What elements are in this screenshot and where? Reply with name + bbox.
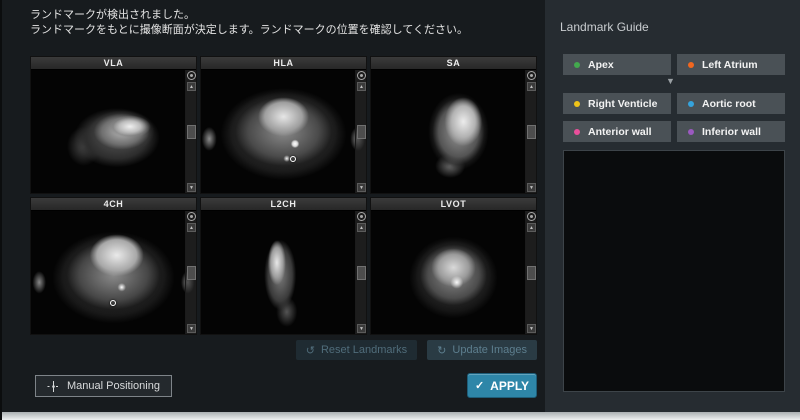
chevron-down-icon: ▼ — [666, 76, 675, 86]
refresh-icon: ↻ — [437, 344, 446, 357]
viewport-actions: ↺ Reset Landmarks ↻ Update Images — [30, 340, 537, 360]
scrollbar-thumb[interactable] — [187, 125, 196, 139]
landmark-marker[interactable] — [110, 300, 116, 306]
legend-label-right-venticle: Right Venticle — [588, 98, 657, 110]
viewport-panel-vla: VLA ▲ ▼ — [30, 56, 197, 194]
viewport-panel-lvot: LVOT ▲ ▼ — [370, 197, 537, 335]
landmark-guide-panel: Landmark Guide Apex Left Atrium ▼ Right … — [545, 0, 800, 412]
guide-preview-area — [563, 150, 785, 392]
reset-landmarks-label: Reset Landmarks — [321, 344, 407, 356]
magnifier-icon[interactable] — [187, 212, 196, 221]
mri-image-hla — [201, 70, 366, 193]
legend-dot-apex — [574, 62, 580, 68]
magnifier-icon[interactable] — [357, 71, 366, 80]
legend-dot-inferior-wall — [688, 129, 694, 135]
landmark-detection-screen: ランドマークが検出されました。 ランドマークをもとに撮像断面が決定します。ランド… — [0, 0, 800, 420]
scroll-down-icon[interactable]: ▼ — [527, 183, 536, 192]
crosshair-icon — [47, 380, 60, 393]
mri-image-sa — [371, 70, 536, 193]
mri-image-l2ch — [201, 211, 366, 334]
legend-item-inferior-wall[interactable]: Inferior wall — [677, 121, 785, 142]
window-left-edge — [0, 0, 2, 420]
viewport-title-l2ch: L2CH — [201, 198, 366, 211]
legend-item-aortic-root[interactable]: Aortic root — [677, 93, 785, 114]
manual-positioning-button[interactable]: Manual Positioning — [35, 375, 172, 397]
mri-image-4ch — [31, 211, 196, 334]
slice-scrollbar-4ch[interactable]: ▲ ▼ — [185, 211, 196, 334]
legend-item-anterior-wall[interactable]: Anterior wall — [563, 121, 671, 142]
notification-line-1: ランドマークが検出されました。 — [30, 8, 468, 23]
viewport-title-hla: HLA — [201, 57, 366, 70]
slice-scrollbar-hla[interactable]: ▲ ▼ — [355, 70, 366, 193]
scroll-up-icon[interactable]: ▲ — [187, 82, 196, 91]
viewport-title-4ch: 4CH — [31, 198, 196, 211]
viewport-image-sa[interactable]: ▲ ▼ — [371, 70, 536, 193]
viewport-panel-l2ch: L2CH ▲ ▼ — [200, 197, 367, 335]
legend-dot-right-venticle — [574, 101, 580, 107]
window-bottom-edge — [0, 412, 800, 420]
reset-landmarks-button[interactable]: ↺ Reset Landmarks — [296, 340, 417, 360]
update-images-label: Update Images — [452, 344, 527, 356]
apply-label: APPLY — [490, 379, 529, 393]
scrollbar-thumb[interactable] — [357, 266, 366, 280]
scroll-up-icon[interactable]: ▲ — [527, 223, 536, 232]
viewport-image-l2ch[interactable]: ▲ ▼ — [201, 211, 366, 334]
magnifier-icon[interactable] — [527, 212, 536, 221]
legend-item-left-atrium[interactable]: Left Atrium — [677, 54, 785, 75]
viewport-image-lvot[interactable]: ▲ ▼ — [371, 211, 536, 334]
legend-item-apex[interactable]: Apex — [563, 54, 671, 75]
scroll-down-icon[interactable]: ▼ — [357, 183, 366, 192]
viewport-image-vla[interactable]: ▲ ▼ — [31, 70, 196, 193]
mri-image-vla — [31, 70, 196, 193]
scrollbar-thumb[interactable] — [187, 266, 196, 280]
scrollbar-thumb[interactable] — [527, 125, 536, 139]
legend-dot-left-atrium — [688, 62, 694, 68]
scroll-up-icon[interactable]: ▲ — [357, 82, 366, 91]
magnifier-icon[interactable] — [187, 71, 196, 80]
slice-scrollbar-lvot[interactable]: ▲ ▼ — [525, 211, 536, 334]
viewport-panel-hla: HLA ▲ ▼ — [200, 56, 367, 194]
slice-scrollbar-vla[interactable]: ▲ ▼ — [185, 70, 196, 193]
viewport-title-lvot: LVOT — [371, 198, 536, 211]
scroll-down-icon[interactable]: ▼ — [187, 183, 196, 192]
landmark-guide-title: Landmark Guide — [560, 20, 649, 34]
update-images-button[interactable]: ↻ Update Images — [427, 340, 537, 360]
viewport-title-sa: SA — [371, 57, 536, 70]
legend-dot-aortic-root — [688, 101, 694, 107]
viewport-image-4ch[interactable]: ▲ ▼ — [31, 211, 196, 334]
undo-icon: ↺ — [306, 344, 315, 357]
scrollbar-thumb[interactable] — [527, 266, 536, 280]
legend-label-inferior-wall: Inferior wall — [702, 126, 761, 138]
notification-line-2: ランドマークをもとに撮像断面が決定します。ランドマークの位置を確認してください。 — [30, 23, 468, 38]
legend-dot-anterior-wall — [574, 129, 580, 135]
apply-button[interactable]: ✓ APPLY — [467, 373, 537, 398]
scroll-up-icon[interactable]: ▲ — [357, 223, 366, 232]
scroll-down-icon[interactable]: ▼ — [527, 324, 536, 333]
legend-label-left-atrium: Left Atrium — [702, 59, 758, 71]
slice-scrollbar-l2ch[interactable]: ▲ ▼ — [355, 211, 366, 334]
mri-image-lvot — [371, 211, 536, 334]
notification-message: ランドマークが検出されました。 ランドマークをもとに撮像断面が決定します。ランド… — [30, 8, 468, 38]
viewport-panel-sa: SA ▲ ▼ — [370, 56, 537, 194]
scroll-down-icon[interactable]: ▼ — [187, 324, 196, 333]
scrollbar-thumb[interactable] — [357, 125, 366, 139]
manual-positioning-label: Manual Positioning — [67, 380, 160, 392]
magnifier-icon[interactable] — [527, 71, 536, 80]
legend-label-anterior-wall: Anterior wall — [588, 126, 652, 138]
viewport-title-vla: VLA — [31, 57, 196, 70]
scroll-up-icon[interactable]: ▲ — [187, 223, 196, 232]
legend-item-right-venticle[interactable]: Right Venticle — [563, 93, 671, 114]
legend-label-apex: Apex — [588, 59, 614, 71]
magnifier-icon[interactable] — [357, 212, 366, 221]
scroll-up-icon[interactable]: ▲ — [527, 82, 536, 91]
scroll-down-icon[interactable]: ▼ — [357, 324, 366, 333]
legend-label-aortic-root: Aortic root — [702, 98, 756, 110]
viewport-panel-4ch: 4CH ▲ ▼ — [30, 197, 197, 335]
slice-scrollbar-sa[interactable]: ▲ ▼ — [525, 70, 536, 193]
viewport-grid: VLA ▲ ▼ HLA ▲ ▼ — [30, 56, 537, 335]
check-icon: ✓ — [475, 379, 484, 392]
viewport-image-hla[interactable]: ▲ ▼ — [201, 70, 366, 193]
